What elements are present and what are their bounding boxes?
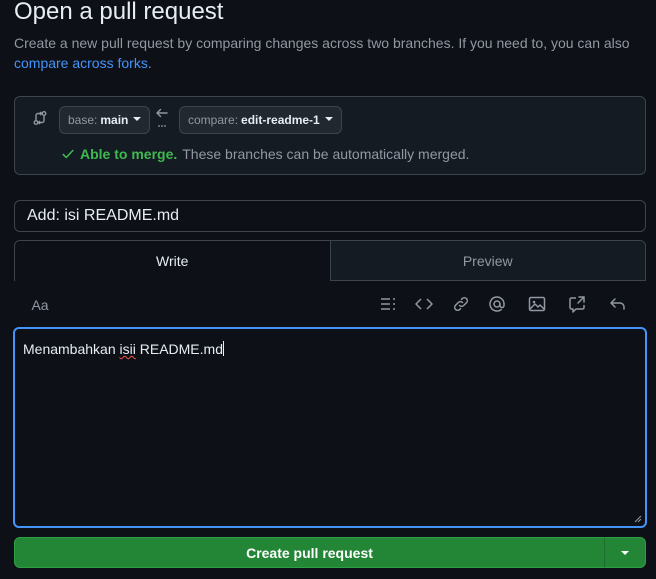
undo-icon[interactable] [608, 294, 628, 314]
compare-value: edit-readme-1 [241, 113, 320, 127]
cross-reference-icon[interactable] [567, 294, 587, 314]
subtitle-end: . [147, 55, 152, 71]
text-style-button[interactable]: Aa [30, 295, 50, 315]
merge-detail-text: These branches can be automatically merg… [182, 146, 470, 162]
tab-preview[interactable]: Preview [329, 241, 645, 281]
body-text-start: Menambahkan [23, 341, 120, 357]
heading-icon[interactable] [378, 294, 398, 314]
merge-status: Able to merge. These branches can be aut… [61, 146, 469, 162]
compare-icon [33, 111, 47, 125]
link-icon[interactable] [451, 294, 471, 314]
pr-title-input[interactable] [14, 200, 646, 232]
chevron-down-icon [133, 117, 142, 121]
markdown-toolbar: Aa [14, 286, 646, 322]
arrow-left-icon [156, 108, 168, 127]
check-icon [62, 149, 74, 159]
base-label: base: [68, 113, 98, 127]
create-options-dropdown[interactable] [604, 537, 646, 568]
body-text-misspelled: isii [119, 341, 136, 357]
editor-tabs: Write Preview [14, 240, 646, 281]
body-text-end: README.md [135, 341, 223, 357]
page-title: Open a pull request [14, 0, 224, 25]
text-cursor [222, 341, 224, 356]
branch-compare-panel: base: main compare: edit-readme-1 Able t… [14, 96, 646, 175]
code-icon[interactable] [414, 294, 434, 314]
page-subtitle: Create a new pull request by comparing c… [14, 33, 644, 73]
mention-icon[interactable] [487, 294, 507, 314]
compare-label: compare: [188, 113, 239, 127]
compare-forks-link[interactable]: compare across forks [14, 55, 148, 71]
tab-write[interactable]: Write [15, 241, 330, 281]
base-value: main [100, 113, 129, 127]
create-pull-request-button[interactable]: Create pull request [14, 537, 605, 568]
compare-branch-select[interactable]: compare: edit-readme-1 [179, 106, 342, 134]
subtitle-text: Create a new pull request by comparing c… [14, 35, 630, 51]
merge-ok-text: Able to merge. [80, 146, 178, 162]
base-branch-select[interactable]: base: main [59, 106, 151, 134]
chevron-down-icon [621, 550, 629, 555]
image-icon[interactable] [527, 294, 547, 314]
pr-body-textarea[interactable]: Menambahkan isii README.md [13, 327, 647, 528]
chevron-down-icon [324, 117, 333, 121]
resize-handle-icon[interactable] [634, 515, 642, 523]
